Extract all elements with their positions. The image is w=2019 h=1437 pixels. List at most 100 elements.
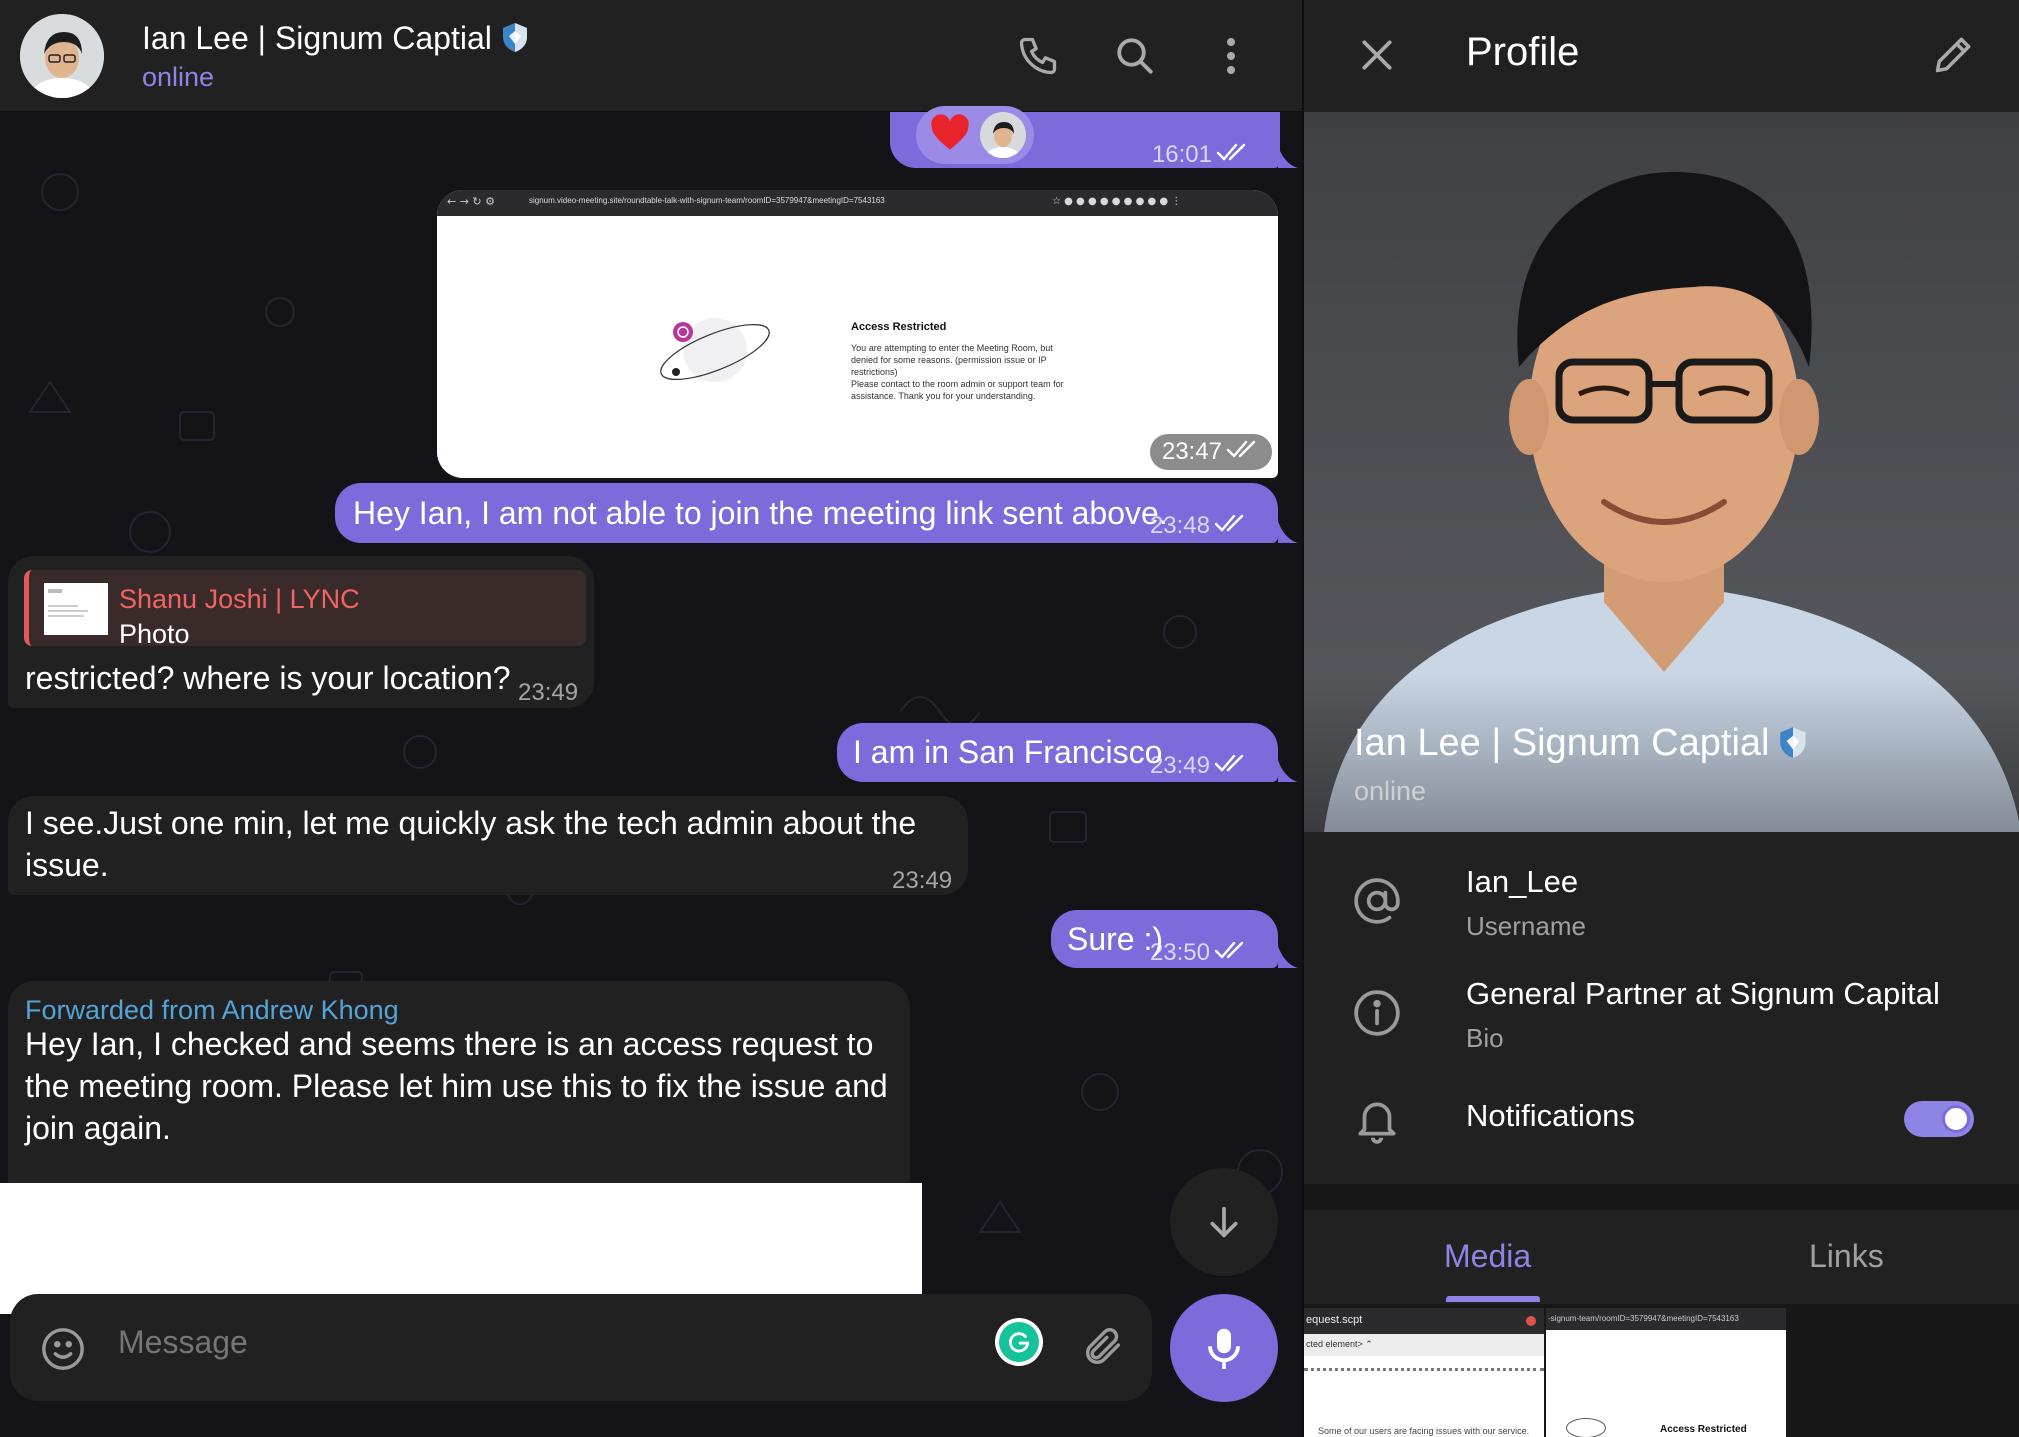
- edit-pencil-icon[interactable]: [1932, 32, 1976, 81]
- grammarly-icon[interactable]: [995, 1318, 1043, 1366]
- username-value: Ian_Lee: [1466, 864, 1579, 899]
- image-time-badge: 23:47: [1149, 434, 1272, 470]
- profile-status: online: [1354, 776, 1427, 806]
- message-incoming-forwarded[interactable]: Forwarded from Andrew Khong Hey Ian, I c…: [8, 981, 910, 1211]
- toggle-knob: [1942, 1105, 1970, 1133]
- restricted-line: denied for some reasons. (permission iss…: [851, 355, 1047, 365]
- profile-photo[interactable]: Ian Lee | Signum Captial online: [1304, 112, 2019, 832]
- chat-pane: Ian Lee | Signum Captial online 16:01 ← …: [0, 0, 1302, 1437]
- phone-icon[interactable]: [1008, 26, 1068, 86]
- bio-row[interactable]: General Partner at Signum Capital Bio: [1304, 944, 2019, 1056]
- chat-title-text: Ian Lee | Signum Captial: [142, 20, 492, 56]
- message-text: Hey Ian, I am not able to join the meeti…: [353, 495, 1168, 531]
- bell-icon: [1352, 1094, 1402, 1144]
- message-text-line: Hey Ian, I checked and seems there is an…: [25, 1026, 874, 1062]
- media-thumb-titlebar: equest.scpt: [1304, 1308, 1544, 1334]
- message-input[interactable]: [118, 1324, 918, 1361]
- chat-title[interactable]: Ian Lee | Signum Captial: [142, 20, 530, 61]
- double-check-icon: [1226, 438, 1260, 466]
- grammarly-badge: [999, 1322, 1039, 1362]
- shared-media-tabs: Media Links: [1304, 1210, 2019, 1304]
- message-incoming-reply[interactable]: Shanu Joshi | LYNC Photo restricted? whe…: [8, 556, 594, 708]
- scroll-to-bottom-button[interactable]: [1170, 1168, 1278, 1276]
- message-outgoing-reaction[interactable]: 16:01: [890, 106, 1280, 168]
- media-thumb-footer: Some of our users are facing issues with…: [1318, 1426, 1530, 1436]
- verified-shield-icon: [500, 21, 530, 61]
- chat-header: Ian Lee | Signum Captial online: [0, 0, 1302, 112]
- message-outgoing[interactable]: Sure :) 23:50: [1051, 910, 1278, 968]
- emoji-icon[interactable]: [40, 1326, 86, 1377]
- reply-quote[interactable]: Shanu Joshi | LYNC Photo: [24, 570, 586, 649]
- media-thumb-dashes: [1304, 1368, 1544, 1376]
- media-thumb-url: -signum-team/roomID=3579947&meetingID=75…: [1548, 1314, 1739, 1323]
- tab-links[interactable]: Links: [1809, 1238, 1884, 1275]
- message-time: 23:49: [1149, 752, 1210, 779]
- media-thumb-title: equest.scpt: [1306, 1314, 1363, 1326]
- profile-header: Profile: [1304, 0, 2019, 112]
- double-check-icon: [1216, 134, 1250, 176]
- message-time: 23:50: [1149, 939, 1210, 966]
- media-thumb-titlebar: -signum-team/roomID=3579947&meetingID=75…: [1546, 1308, 1786, 1330]
- at-sign-icon: [1352, 876, 1402, 926]
- contact-avatar[interactable]: [20, 14, 104, 98]
- restricted-line: assistance. Thank you for your understan…: [851, 391, 1036, 401]
- media-thumb-orbit: [1566, 1418, 1606, 1437]
- attach-icon[interactable]: [1080, 1324, 1126, 1375]
- bubble-tail: [1278, 521, 1298, 543]
- message-outgoing[interactable]: I am in San Francisco 23:49: [837, 723, 1278, 782]
- username-label: Username: [1466, 911, 1586, 941]
- media-thumbnail[interactable]: -signum-team/roomID=3579947&meetingID=75…: [1546, 1308, 1786, 1437]
- message-time: 16:01: [1151, 141, 1212, 168]
- bio-label: Bio: [1466, 1023, 1504, 1053]
- close-icon[interactable]: [1358, 36, 1396, 79]
- profile-title: Profile: [1466, 30, 1580, 74]
- username-row[interactable]: Ian_Lee Username: [1304, 832, 2019, 944]
- restricted-heading: Access Restricted: [851, 321, 947, 333]
- bio-value: General Partner at Signum Capital: [1466, 976, 1940, 1011]
- media-thumb-heading: Access Restricted: [1660, 1424, 1747, 1435]
- microphone-icon: [1208, 1328, 1240, 1369]
- verified-shield-icon: [1777, 725, 1809, 769]
- restricted-line: Please contact to the room admin or supp…: [851, 379, 1064, 389]
- active-tab-indicator: [1446, 1296, 1540, 1302]
- reaction-chip[interactable]: [916, 106, 1034, 164]
- browser-bar: ← → ↻ ⚙ signum.video-meeting.site/roundt…: [437, 190, 1278, 216]
- bubble-tail: [1278, 146, 1298, 168]
- message-time: 23:49: [892, 867, 953, 894]
- more-vertical-icon[interactable]: [1201, 26, 1261, 86]
- message-time: 23:48: [1149, 512, 1210, 539]
- reply-photo-thumbnail: [44, 583, 108, 635]
- message-outgoing[interactable]: Hey Ian, I am not able to join the meeti…: [335, 483, 1278, 543]
- message-text: restricted? where is your location?: [25, 660, 511, 696]
- message-incoming[interactable]: I see.Just one min, let me quickly ask t…: [8, 796, 968, 895]
- tab-media[interactable]: Media: [1444, 1238, 1531, 1275]
- message-time: 23:49: [518, 679, 579, 706]
- profile-name: Ian Lee | Signum Captial: [1354, 722, 1809, 769]
- media-thumbnail[interactable]: equest.scpt cted element> ⌃ Some of our …: [1304, 1308, 1544, 1437]
- message-text-line: join again.: [25, 1110, 171, 1146]
- bubble-tail: [1278, 760, 1298, 782]
- media-thumb-line: cted element> ⌃: [1306, 1339, 1373, 1349]
- heart-reaction-icon: [930, 114, 970, 162]
- search-icon[interactable]: [1105, 26, 1165, 86]
- double-check-icon: [1214, 505, 1248, 547]
- browser-url: signum.video-meeting.site/roundtable-tal…: [529, 196, 885, 205]
- message-text-line: I see.Just one min, let me quickly ask t…: [25, 805, 917, 841]
- message-time: 23:47: [1161, 438, 1222, 465]
- message-text: Sure :): [1067, 921, 1164, 957]
- notifications-toggle[interactable]: [1904, 1101, 1974, 1137]
- bubble-tail: [1278, 946, 1298, 968]
- restricted-line: restrictions): [851, 367, 898, 377]
- restricted-line: You are attempting to enter the Meeting …: [851, 343, 1053, 353]
- message-text-line: the meeting room. Please let him use thi…: [25, 1068, 888, 1104]
- record-dot-icon: [1526, 1316, 1536, 1326]
- browser-nav-icons: ← → ↻ ⚙: [447, 195, 496, 208]
- arrow-down-icon: [1210, 1206, 1238, 1238]
- message-text-line: issue.: [25, 847, 109, 883]
- message-text: I am in San Francisco: [853, 734, 1163, 770]
- restricted-text: You are attempting to enter the Meeting …: [851, 342, 1064, 402]
- voice-record-button[interactable]: [1170, 1294, 1278, 1402]
- message-outgoing-image[interactable]: ← → ↻ ⚙ signum.video-meeting.site/roundt…: [437, 190, 1278, 478]
- chat-status: online: [142, 62, 215, 92]
- profile-name-text: Ian Lee | Signum Captial: [1354, 722, 1770, 764]
